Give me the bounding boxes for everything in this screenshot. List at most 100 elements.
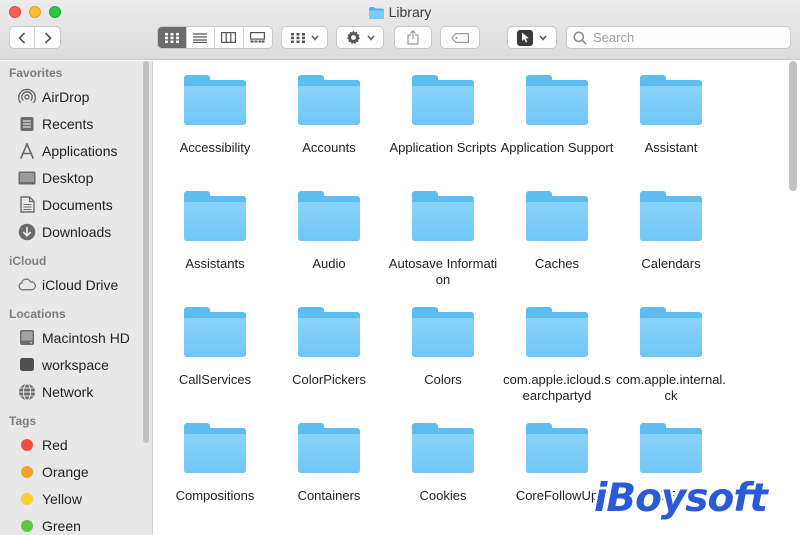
folder-label: Application Support bbox=[500, 140, 614, 155]
quick-actions-button[interactable] bbox=[507, 26, 557, 49]
sidebar-item-label: Desktop bbox=[42, 169, 94, 186]
folder-label: Colors bbox=[424, 372, 462, 387]
green-tag-dot-icon bbox=[21, 519, 33, 532]
search-field[interactable] bbox=[566, 26, 791, 49]
sidebar-item-label: Documents bbox=[42, 196, 113, 213]
folder-icon bbox=[368, 6, 384, 19]
folder-item[interactable]: Assistant bbox=[614, 71, 728, 181]
hard-drive-icon bbox=[18, 329, 36, 347]
folder-item[interactable]: Application Support bbox=[500, 71, 614, 181]
folder-item[interactable]: Containers bbox=[272, 419, 386, 529]
edit-tags-button[interactable] bbox=[440, 26, 480, 49]
folder-item[interactable]: Audio bbox=[272, 187, 386, 297]
applications-icon bbox=[18, 142, 36, 160]
sidebar-item-tag-green[interactable]: Green bbox=[0, 512, 152, 535]
toolbar: Library bbox=[0, 0, 800, 60]
folder-icon bbox=[412, 307, 474, 357]
sidebar-item-label: workspace bbox=[42, 356, 109, 373]
folder-item[interactable]: ColorPickers bbox=[272, 303, 386, 413]
sidebar-item-downloads[interactable]: Downloads bbox=[0, 218, 152, 245]
list-view-button[interactable] bbox=[187, 27, 215, 48]
group-by-button[interactable] bbox=[281, 26, 328, 49]
gallery-icon bbox=[250, 32, 266, 43]
folder-icon bbox=[640, 307, 702, 357]
chevron-left-icon bbox=[18, 31, 26, 44]
folder-item[interactable]: Assistants bbox=[158, 187, 272, 297]
column-view-button[interactable] bbox=[215, 27, 244, 48]
sidebar-item-tag-orange[interactable]: Orange bbox=[0, 458, 152, 485]
icon-view-button[interactable] bbox=[158, 27, 187, 48]
sidebar-scrollbar[interactable] bbox=[143, 61, 149, 443]
sidebar-item-label: Red bbox=[42, 436, 68, 453]
desktop-icon bbox=[18, 169, 36, 187]
folder-icon bbox=[412, 75, 474, 125]
folder-item[interactable]: com.apple.internal.ck bbox=[614, 303, 728, 413]
folder-item[interactable]: Compositions bbox=[158, 419, 272, 529]
folder-icon bbox=[184, 191, 246, 241]
folder-icon bbox=[184, 75, 246, 125]
sidebar-header-favorites: Favorites bbox=[9, 66, 63, 80]
sidebar-item-applications[interactable]: Applications bbox=[0, 137, 152, 164]
list-icon bbox=[193, 32, 208, 43]
airdrop-icon bbox=[18, 88, 36, 106]
gallery-view-button[interactable] bbox=[244, 27, 272, 48]
sidebar-item-network[interactable]: Network bbox=[0, 378, 152, 405]
cloud-icon bbox=[18, 276, 36, 294]
drive-icon bbox=[18, 356, 36, 374]
folder-label: Autosave Information bbox=[388, 256, 498, 287]
folder-item[interactable]: Caches bbox=[500, 187, 614, 297]
window-title-text: Library bbox=[388, 4, 432, 20]
sidebar-item-recents[interactable]: Recents bbox=[0, 110, 152, 137]
folder-label: Caches bbox=[534, 256, 580, 271]
sidebar-item-label: Downloads bbox=[42, 223, 112, 240]
folder-item[interactable]: Application Scripts bbox=[386, 71, 500, 181]
folder-icon bbox=[298, 75, 360, 125]
sidebar-item-macintosh-hd[interactable]: Macintosh HD bbox=[0, 324, 152, 351]
content-scrollbar[interactable] bbox=[789, 61, 797, 191]
chevron-right-icon bbox=[44, 31, 52, 44]
share-button[interactable] bbox=[394, 26, 432, 49]
pointer-icon bbox=[517, 29, 533, 46]
folder-label: Application Scripts bbox=[389, 140, 497, 155]
sidebar-item-icloud-drive[interactable]: iCloud Drive bbox=[0, 271, 152, 298]
action-menu-button[interactable] bbox=[336, 26, 384, 49]
folder-item[interactable]: Accounts bbox=[272, 71, 386, 181]
folder-item[interactable]: Accessibility bbox=[158, 71, 272, 181]
sidebar-header-icloud: iCloud bbox=[9, 254, 47, 268]
folder-icon bbox=[298, 191, 360, 241]
folder-icon bbox=[640, 191, 702, 241]
folder-icon bbox=[412, 423, 474, 473]
folder-item[interactable]: Autosave Information bbox=[386, 187, 500, 297]
folder-icon bbox=[526, 191, 588, 241]
sidebar-item-documents[interactable]: Documents bbox=[0, 191, 152, 218]
folder-icon bbox=[184, 307, 246, 357]
sidebar-item-label: Applications bbox=[42, 142, 118, 159]
sidebar-item-tag-yellow[interactable]: Yellow bbox=[0, 485, 152, 512]
folder-item[interactable]: Colors bbox=[386, 303, 500, 413]
sidebar-item-label: Network bbox=[42, 383, 94, 400]
folder-item[interactable]: Calendars bbox=[614, 187, 728, 297]
search-input[interactable] bbox=[593, 30, 783, 45]
folder-item[interactable]: CallServices bbox=[158, 303, 272, 413]
network-icon bbox=[18, 383, 36, 401]
sidebar-item-tag-red[interactable]: Red bbox=[0, 431, 152, 458]
folder-label: Assistant bbox=[644, 140, 698, 155]
back-button[interactable] bbox=[10, 27, 36, 48]
folder-item[interactable]: com.apple.icloud.searchpartyd bbox=[500, 303, 614, 413]
folder-item[interactable]: Cookies bbox=[386, 419, 500, 529]
recents-icon bbox=[18, 115, 36, 133]
forward-button[interactable] bbox=[35, 27, 60, 48]
share-icon bbox=[407, 30, 419, 45]
folder-icon bbox=[526, 307, 588, 357]
folder-icon bbox=[298, 307, 360, 357]
folder-label: Compositions bbox=[175, 488, 255, 503]
sidebar-item-desktop[interactable]: Desktop bbox=[0, 164, 152, 191]
folder-icon bbox=[640, 423, 702, 473]
downloads-icon bbox=[18, 223, 36, 241]
watermark-logo: iBoysoft bbox=[594, 476, 768, 521]
folder-label: Accounts bbox=[302, 140, 356, 155]
sidebar-item-workspace[interactable]: workspace bbox=[0, 351, 152, 378]
chevron-down-icon bbox=[366, 35, 375, 41]
sidebar-item-airdrop[interactable]: AirDrop bbox=[0, 83, 152, 110]
folder-label: Audio bbox=[312, 256, 346, 271]
